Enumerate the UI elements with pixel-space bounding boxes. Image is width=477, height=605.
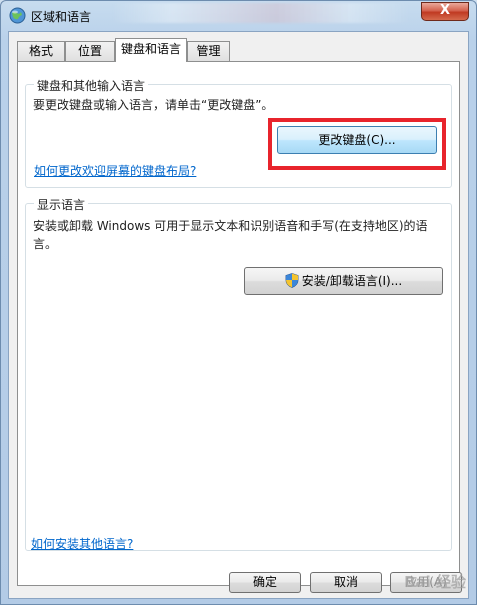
tab-location[interactable]: 位置 [65, 41, 115, 61]
change-keyboard-button[interactable]: 更改键盘(C)... [277, 126, 437, 154]
cancel-button[interactable]: 取消 [310, 572, 382, 593]
display-language-title: 显示语言 [34, 196, 89, 213]
tab-formats[interactable]: 格式 [17, 41, 65, 61]
install-other-languages-link[interactable]: 如何安装其他语言? [31, 535, 133, 552]
tab-administrative[interactable]: 管理 [187, 41, 230, 61]
keyboard-group-title: 键盘和其他输入语言 [34, 77, 149, 94]
display-language-group: 显示语言 安装或卸载 Windows 可用于显示文本和识别语音和手写(在支持地区… [25, 196, 452, 551]
uac-shield-icon [285, 273, 299, 288]
keyboard-description: 要更改键盘或输入语言，请单击“更改键盘”。 [33, 98, 274, 112]
watermark-logo: Bai 经验 [404, 573, 466, 591]
region-language-window: 区域和语言 X 格式 位置 键盘和语言 管理 键盘和其他输入语言 要更改键盘或输… [0, 0, 477, 605]
ok-button[interactable]: 确定 [229, 572, 301, 593]
title-bar[interactable]: 区域和语言 X [1, 1, 476, 31]
title-bar-blur [111, 3, 411, 23]
keyboard-group: 键盘和其他输入语言 要更改键盘或输入语言，请单击“更改键盘”。 更改键盘(C).… [25, 77, 452, 188]
tab-panel: 键盘和其他输入语言 要更改键盘或输入语言，请单击“更改键盘”。 更改键盘(C).… [17, 61, 460, 586]
window-title: 区域和语言 [31, 10, 92, 24]
display-language-description: 安装或卸载 Windows 可用于显示文本和识别语音和手写(在支持地区)的语言。 [33, 219, 428, 251]
tab-keyboards-languages[interactable]: 键盘和语言 [115, 38, 187, 62]
close-button[interactable]: X [421, 2, 469, 21]
install-uninstall-languages-button[interactable]: 安装/卸载语言(I)... [244, 267, 443, 295]
welcome-screen-keyboard-link[interactable]: 如何更改欢迎屏幕的键盘布局? [34, 162, 196, 179]
globe-icon [9, 7, 26, 24]
dialog-client: 格式 位置 键盘和语言 管理 键盘和其他输入语言 要更改键盘或输入语言，请单击“… [8, 31, 469, 599]
install-languages-label: 安装/卸载语言(I)... [301, 274, 403, 288]
